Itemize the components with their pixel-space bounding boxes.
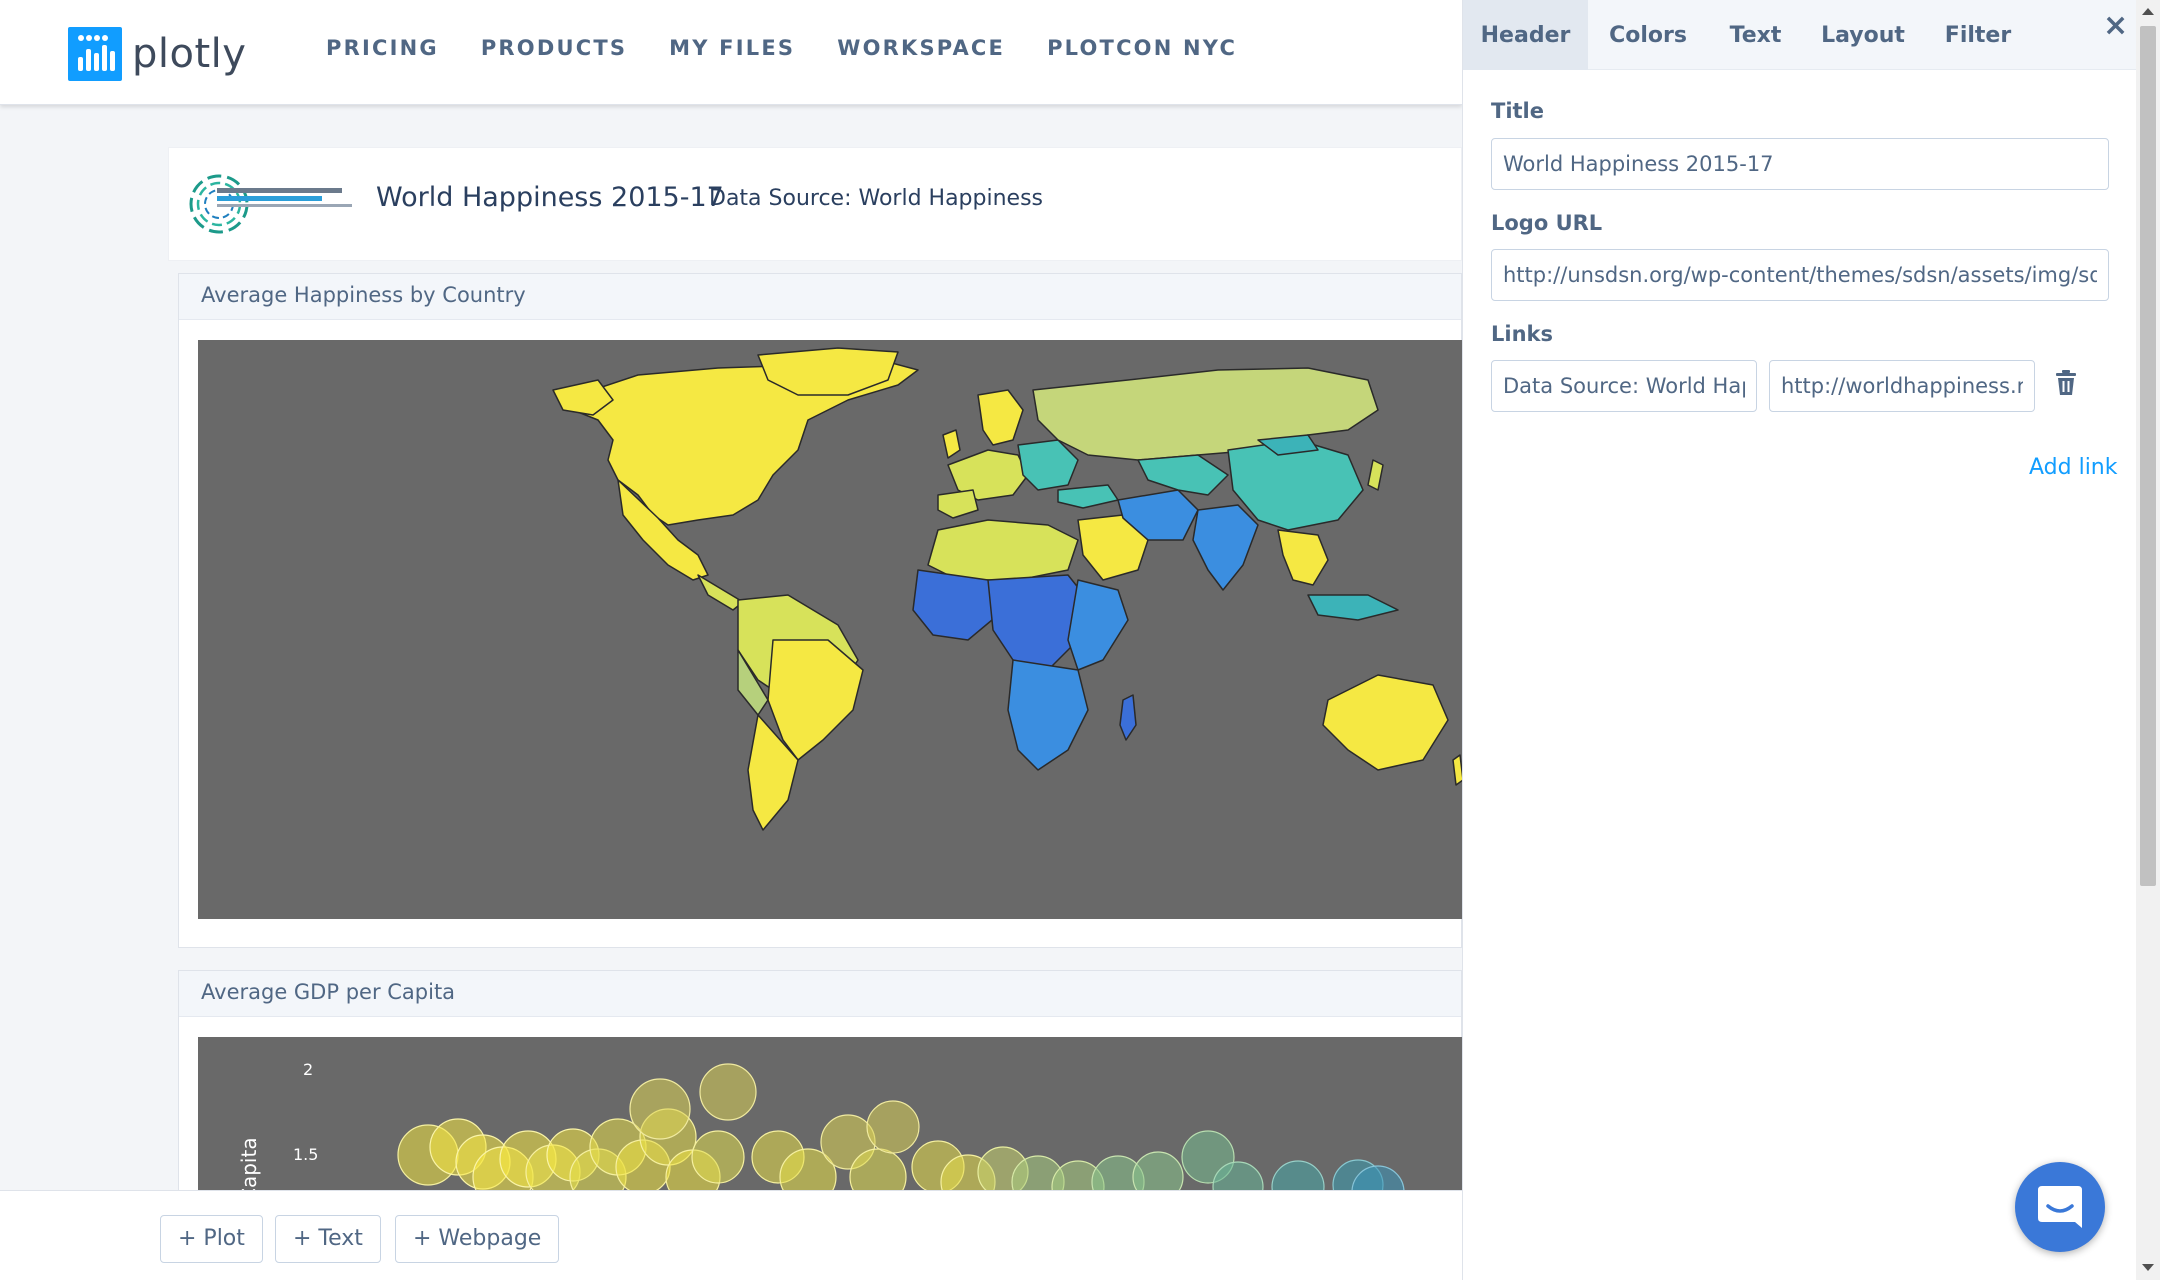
plotly-logo-icon <box>68 27 122 81</box>
title-label: Title <box>1491 99 1545 123</box>
nav-plotcon-nyc[interactable]: PLOTCON NYC <box>1047 36 1237 60</box>
page-scrollbar[interactable] <box>2136 0 2160 1280</box>
card-title: Average Happiness by Country <box>201 283 526 307</box>
india <box>1192 504 1259 591</box>
add-content-bar: + Plot + Text + Webpage <box>0 1190 1462 1280</box>
tab-colors[interactable]: Colors <box>1588 0 1708 70</box>
southeast-asia <box>1277 529 1329 586</box>
gdp-bubble-chart[interactable]: 2 1.5 Capita <box>198 1037 1463 1201</box>
madagascar <box>1119 694 1137 741</box>
links-label: Links <box>1491 322 1553 346</box>
indonesia <box>1307 594 1399 621</box>
card-title: Average GDP per Capita <box>201 980 456 1004</box>
y-tick-1-5: 1.5 <box>293 1145 318 1164</box>
tab-text[interactable]: Text <box>1708 0 1803 70</box>
close-icon[interactable]: × <box>2103 8 2128 43</box>
y-tick-2: 2 <box>303 1060 313 1079</box>
central-asia <box>1137 454 1229 496</box>
chat-icon <box>2038 1186 2082 1228</box>
add-link-button[interactable]: Add link <box>2029 455 2118 480</box>
add-webpage-button[interactable]: + Webpage <box>395 1215 560 1263</box>
tab-filter[interactable]: Filter <box>1923 0 2033 70</box>
nav-products[interactable]: PRODUCTS <box>481 36 627 60</box>
japan <box>1367 459 1384 491</box>
australia <box>1322 674 1449 771</box>
card-title-bar[interactable]: Average GDP per Capita <box>179 971 1461 1017</box>
central-america <box>697 574 744 611</box>
logo-url-input[interactable] <box>1491 249 2109 301</box>
nav-pricing[interactable]: PRICING <box>326 36 439 60</box>
iberia <box>937 489 979 519</box>
link-url-input[interactable] <box>1769 360 2035 412</box>
uk <box>942 429 961 459</box>
plotly-logo[interactable]: plotly <box>68 27 246 81</box>
scroll-up-icon[interactable] <box>2142 8 2154 15</box>
settings-panel: Header Colors Text Layout Filter × Title… <box>1462 0 2137 1280</box>
happiness-map-card: Average Happiness by Country <box>178 273 1463 948</box>
trash-icon[interactable] <box>2054 370 2078 396</box>
tab-layout[interactable]: Layout <box>1803 0 1923 70</box>
west-africa <box>912 569 999 641</box>
dashboard-title: World Happiness 2015-17 <box>376 182 724 213</box>
dashboard-header: World Happiness 2015-17 Data Source: Wor… <box>168 147 1462 261</box>
data-source-link[interactable]: Data Source: World Happiness <box>709 186 1043 211</box>
logo-url-label: Logo URL <box>1491 211 1603 235</box>
scroll-thumb[interactable] <box>2140 26 2156 886</box>
panel-tabs: Header Colors Text Layout Filter × <box>1463 0 2137 70</box>
east-africa <box>1067 579 1129 671</box>
eastern-europe <box>1017 439 1079 491</box>
add-text-button[interactable]: + Text <box>275 1215 381 1263</box>
card-title-bar[interactable]: Average Happiness by Country <box>179 274 1461 320</box>
gdp-card: Average GDP per Capita 2 1.5 Capita <box>178 970 1463 1201</box>
scroll-down-icon[interactable] <box>2142 1264 2154 1271</box>
title-input[interactable] <box>1491 138 2109 190</box>
choropleth-map[interactable] <box>198 340 1463 919</box>
tab-header[interactable]: Header <box>1463 0 1588 70</box>
plotly-logo-text: plotly <box>132 31 247 77</box>
north-africa <box>927 519 1079 581</box>
sdsn-logo <box>187 168 357 240</box>
top-navbar: plotly PRICING PRODUCTS MY FILES WORKSPA… <box>0 0 1462 105</box>
southern-africa <box>1007 659 1089 771</box>
chat-support-button[interactable] <box>2015 1162 2105 1252</box>
link-text-input[interactable] <box>1491 360 1757 412</box>
turkey <box>1057 484 1119 509</box>
russia <box>1032 367 1379 461</box>
add-plot-button[interactable]: + Plot <box>160 1215 263 1263</box>
main-nav: PRICING PRODUCTS MY FILES WORKSPACE PLOT… <box>326 36 1237 60</box>
nav-my-files[interactable]: MY FILES <box>669 36 795 60</box>
nav-workspace[interactable]: WORKSPACE <box>837 36 1005 60</box>
scandinavia <box>977 389 1024 446</box>
